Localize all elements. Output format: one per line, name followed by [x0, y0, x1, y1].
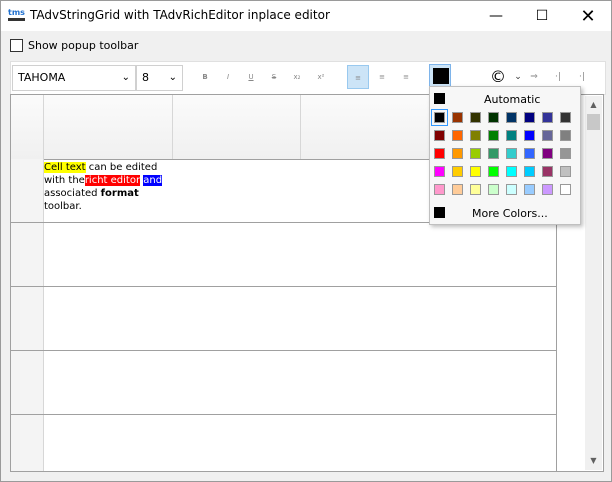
color-swatch[interactable]	[452, 184, 463, 195]
highlighted-text: and	[143, 175, 163, 186]
color-swatch[interactable]	[434, 184, 445, 195]
color-swatch[interactable]	[542, 166, 553, 177]
chevron-down-icon: ⌄	[168, 72, 177, 83]
color-swatch[interactable]	[524, 184, 535, 195]
color-swatch[interactable]	[506, 130, 517, 141]
color-swatch[interactable]	[488, 112, 499, 123]
checkbox-box[interactable]	[10, 39, 23, 52]
highlighted-text: richt editor	[84, 175, 141, 186]
align-left-button[interactable]: ≡	[347, 65, 369, 89]
minimize-button[interactable]: —	[473, 1, 519, 31]
italic-button[interactable]: I	[217, 65, 239, 89]
automatic-color-swatch	[434, 93, 445, 104]
more-colors-link[interactable]: More Colors...	[472, 207, 548, 220]
app-icon: tms	[8, 9, 25, 21]
highlighted-text: Cell text	[44, 162, 86, 173]
color-swatch[interactable]	[470, 148, 481, 159]
row-divider	[11, 414, 556, 415]
column-divider	[300, 95, 301, 159]
automatic-label: Automatic	[484, 93, 541, 106]
color-swatch[interactable]	[452, 148, 463, 159]
color-picker-popup: Automatic More Colors...	[429, 86, 581, 225]
bold-button[interactable]: B	[194, 65, 216, 89]
text-color-swatch	[433, 68, 449, 84]
maximize-button[interactable]: ☐	[519, 1, 565, 31]
superscript-button[interactable]: x²	[310, 65, 332, 89]
underline-button[interactable]: U	[240, 65, 262, 89]
color-swatch[interactable]	[488, 148, 499, 159]
automatic-color-option[interactable]: Automatic	[434, 91, 576, 107]
subscript-button[interactable]: x₂	[286, 65, 308, 89]
fixed-column	[11, 159, 44, 471]
color-swatch[interactable]	[560, 166, 571, 177]
color-swatch[interactable]	[560, 112, 571, 123]
scroll-thumb[interactable]	[587, 114, 600, 130]
color-swatch[interactable]	[434, 166, 445, 177]
align-right-button[interactable]: ≡	[395, 65, 417, 89]
cell-text-segment: associated	[44, 188, 101, 199]
close-button[interactable]: ✕	[565, 1, 611, 31]
row-divider	[11, 350, 556, 351]
checkbox-label: Show popup toolbar	[28, 39, 139, 52]
color-swatch[interactable]	[470, 184, 481, 195]
column-divider	[172, 95, 173, 159]
color-swatch[interactable]	[470, 130, 481, 141]
rich-text-cell[interactable]: Cell text can be edited with thericht ed…	[44, 161, 174, 213]
cell-text-segment: toolbar.	[44, 201, 82, 212]
row-divider	[11, 286, 556, 287]
show-popup-toolbar-checkbox[interactable]: Show popup toolbar	[10, 39, 138, 52]
color-swatch[interactable]	[452, 112, 463, 123]
color-swatch[interactable]	[488, 130, 499, 141]
color-swatch[interactable]	[488, 184, 499, 195]
font-size-select[interactable]: 8 ⌄	[136, 65, 183, 91]
color-swatch[interactable]	[434, 130, 445, 141]
color-swatch[interactable]	[434, 148, 445, 159]
column-divider	[43, 95, 44, 471]
color-swatch[interactable]	[506, 148, 517, 159]
color-swatch[interactable]	[560, 130, 571, 141]
text-color-button[interactable]	[429, 64, 451, 88]
color-swatch[interactable]	[524, 130, 535, 141]
color-swatch[interactable]	[488, 166, 499, 177]
chevron-down-icon: ⌄	[121, 72, 130, 83]
color-swatch[interactable]	[560, 148, 571, 159]
color-swatch[interactable]	[542, 148, 553, 159]
scroll-down-icon[interactable]: ▼	[585, 453, 602, 469]
font-name-value: TAHOMA	[18, 71, 66, 84]
align-center-button[interactable]: ≡	[371, 65, 393, 89]
color-swatch[interactable]	[506, 112, 517, 123]
color-swatch[interactable]	[470, 166, 481, 177]
bold-text: format	[100, 188, 139, 199]
main-window: tms TAdvStringGrid with TAdvRichEditor i…	[0, 0, 612, 482]
color-swatch[interactable]	[452, 130, 463, 141]
vertical-scrollbar[interactable]: ▲ ▼	[585, 96, 602, 470]
color-swatch[interactable]	[524, 112, 535, 123]
strikethrough-button[interactable]: S	[263, 65, 285, 89]
color-swatch[interactable]	[431, 109, 448, 126]
color-swatch[interactable]	[542, 130, 553, 141]
font-name-select[interactable]: TAHOMA ⌄	[12, 65, 136, 91]
color-swatch[interactable]	[560, 184, 571, 195]
color-swatch[interactable]	[470, 112, 481, 123]
color-swatch[interactable]	[542, 112, 553, 123]
color-swatch[interactable]	[452, 166, 463, 177]
color-swatch[interactable]	[524, 166, 535, 177]
title-bar: tms TAdvStringGrid with TAdvRichEditor i…	[1, 1, 611, 31]
more-colors-swatch	[434, 207, 445, 218]
scroll-up-icon[interactable]: ▲	[585, 97, 602, 113]
color-swatch[interactable]	[506, 184, 517, 195]
color-swatch[interactable]	[542, 184, 553, 195]
color-swatch[interactable]	[524, 148, 535, 159]
color-swatch[interactable]	[506, 166, 517, 177]
font-size-value: 8	[142, 71, 149, 84]
window-title: TAdvStringGrid with TAdvRichEditor inpla…	[30, 8, 330, 22]
